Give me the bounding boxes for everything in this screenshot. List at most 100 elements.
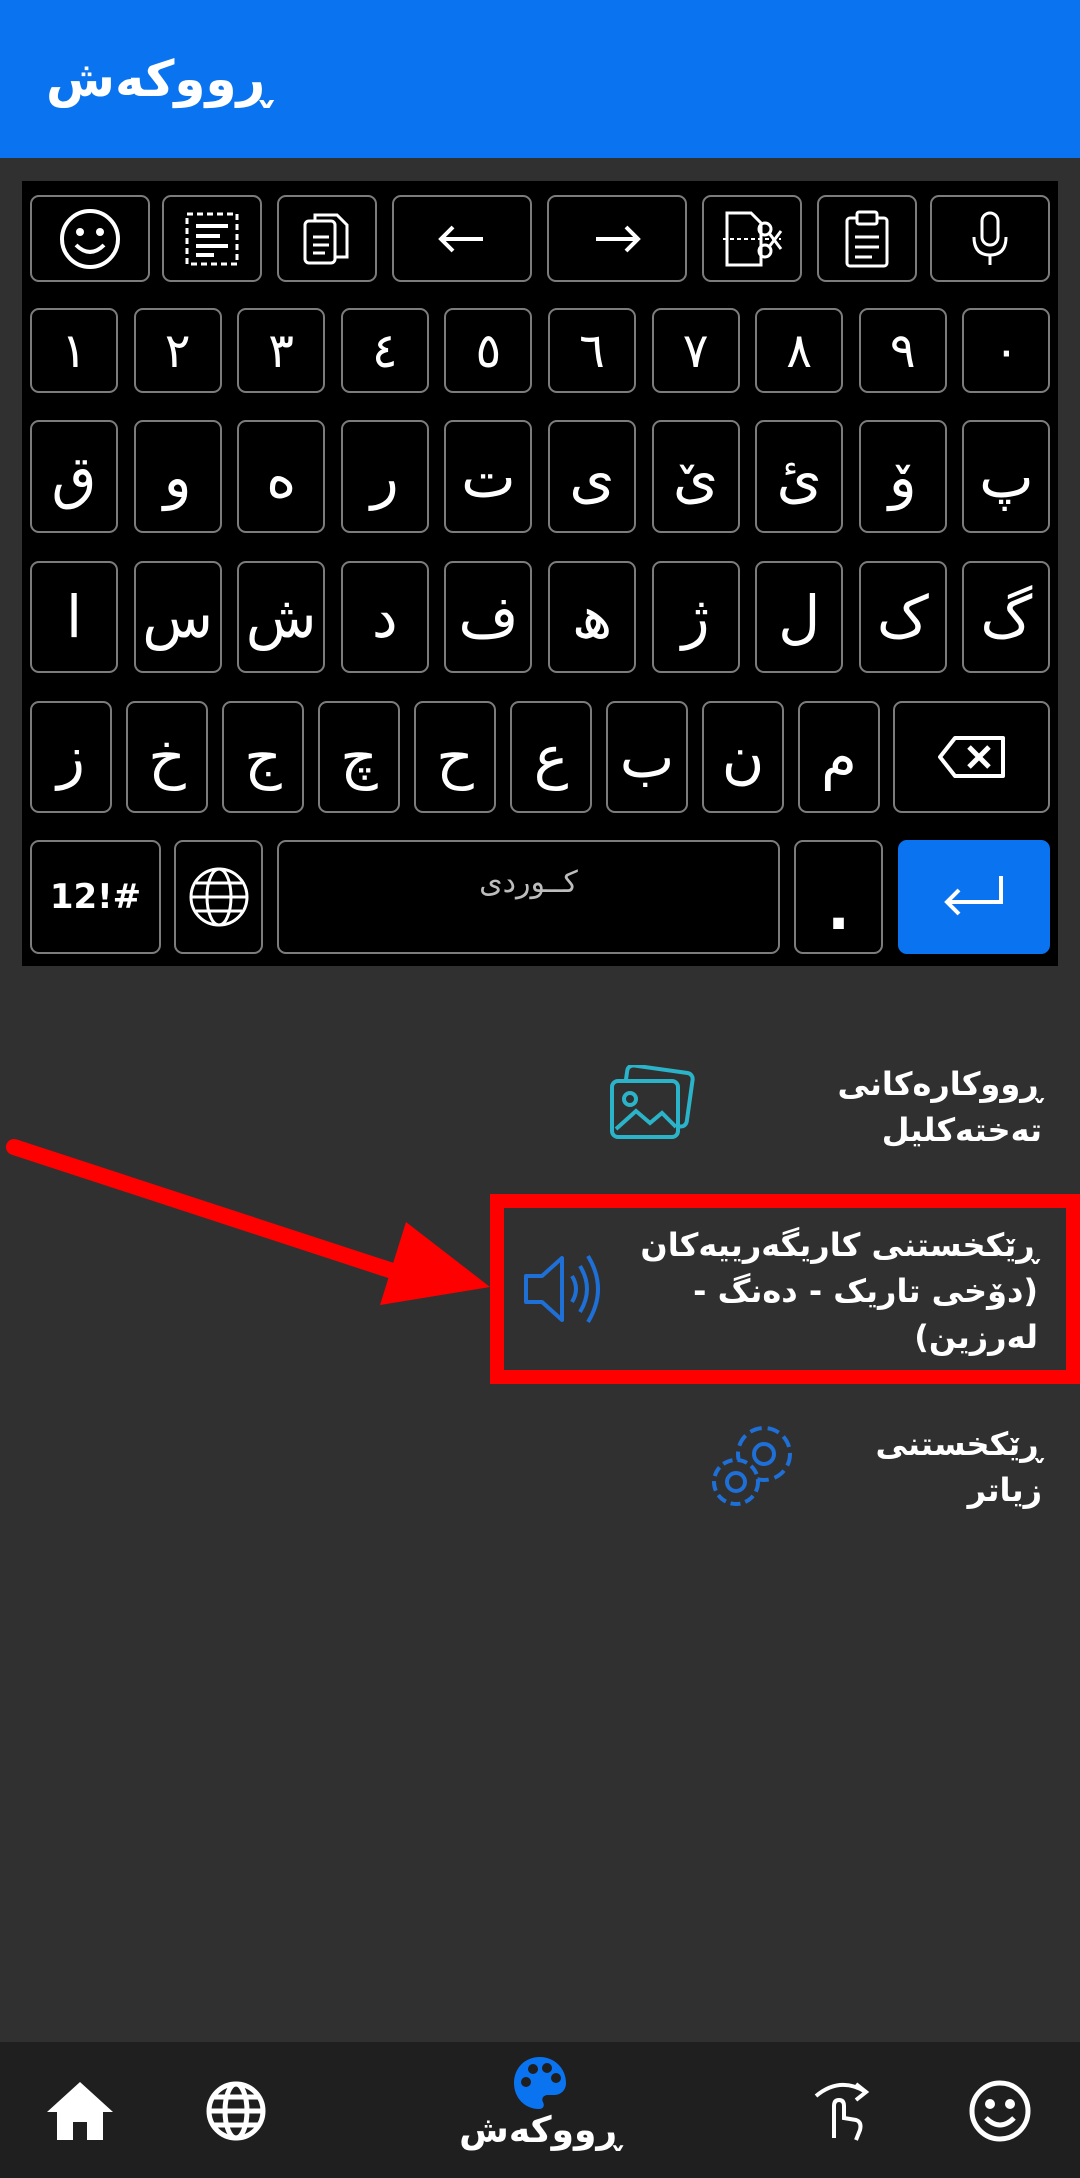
space-key[interactable]: کــوردی — [277, 840, 780, 954]
toolbar-arrow-right-key[interactable] — [547, 195, 687, 282]
toolbar-emoji-key[interactable] — [30, 195, 150, 282]
red-arrow-annotation — [6, 1139, 490, 1305]
keyboard-themes-item[interactable]: ڕووکارەکانی تەختەکلیل — [606, 1063, 1042, 1149]
row1-key[interactable]: ت — [444, 420, 533, 533]
key-label: ف — [458, 583, 519, 651]
key-label: ک — [876, 583, 929, 651]
row-numbers-key[interactable]: ٧ — [651, 308, 740, 393]
row-numbers-key[interactable]: ٢ — [133, 308, 222, 393]
arrow-right-icon — [592, 224, 642, 254]
enter-key[interactable] — [898, 840, 1050, 954]
nav-home[interactable] — [40, 2075, 120, 2151]
key-label: م — [821, 723, 857, 791]
toolbar-microphone-key[interactable] — [930, 195, 1050, 282]
effects-label-line2: (دۆخی تاریک - دەنگ - لەرزین) — [693, 1272, 1038, 1356]
key-label: ھ — [571, 583, 613, 651]
row1-key[interactable]: ر — [340, 420, 429, 533]
row2-key[interactable]: س — [133, 561, 222, 673]
key-label: چ — [340, 723, 378, 791]
language-key[interactable] — [174, 840, 263, 954]
key-label: ر — [370, 442, 399, 511]
row3-key[interactable]: ع — [510, 701, 592, 813]
row-numbers-key[interactable]: ٣ — [237, 308, 326, 393]
nav-gestures[interactable] — [802, 2075, 882, 2151]
nav-emoji[interactable] — [960, 2075, 1040, 2151]
row-numbers-key[interactable]: ٠ — [962, 308, 1051, 393]
row2-key[interactable]: ک — [858, 561, 947, 673]
more-settings-label: ڕێکخستنی زیاتر — [875, 1425, 1042, 1509]
key-label: ژ — [681, 583, 710, 651]
key-label: ٩ — [889, 322, 916, 379]
key-label: د — [371, 583, 398, 651]
gesture-icon — [810, 2078, 874, 2148]
row1-key[interactable]: و — [133, 420, 222, 533]
toolbar-arrow-left-key[interactable] — [392, 195, 532, 282]
key-label: ە — [265, 442, 297, 511]
key-label: و — [163, 442, 192, 511]
row1-key[interactable]: ە — [237, 420, 326, 533]
key-label: ع — [533, 723, 569, 791]
key-label: ٦ — [579, 322, 605, 379]
row2-key[interactable]: ف — [444, 561, 533, 673]
nav-languages[interactable] — [196, 2075, 276, 2151]
row2-key[interactable]: د — [340, 561, 429, 673]
row2-key[interactable]: گ — [962, 561, 1051, 673]
toolbar-cut-key[interactable] — [702, 195, 802, 282]
row3-key[interactable]: ب — [606, 701, 688, 813]
symbols-key[interactable]: 12!# — [30, 840, 161, 954]
row1-key[interactable]: ی — [548, 420, 636, 533]
row3-key[interactable]: خ — [126, 701, 208, 813]
key-label: ش — [245, 583, 317, 651]
period-key[interactable]: . — [794, 840, 883, 954]
key-label: ٨ — [786, 322, 813, 379]
key-label: ێ — [672, 442, 719, 511]
row-numbers-key[interactable]: ٨ — [755, 308, 844, 393]
toolbar-clipboard-key[interactable] — [817, 195, 917, 282]
key-label: س — [142, 583, 213, 651]
row-numbers-key[interactable]: ١ — [30, 308, 118, 393]
row2-key[interactable]: ا — [30, 561, 118, 673]
row3-key[interactable]: ز — [30, 701, 112, 813]
page-title: ڕووکەش — [46, 50, 271, 108]
backspace-key[interactable] — [893, 701, 1050, 813]
effects-settings-label: ڕێکخستنی کاریگەرییەکان (دۆخی تاریک - دەنگ… — [608, 1222, 1038, 1360]
row2-key[interactable]: ش — [237, 561, 326, 673]
keyboard-themes-label: ڕووکارەکانی تەختەکلیل — [837, 1065, 1042, 1149]
key-label: ئ — [776, 442, 822, 511]
row-numbers-key[interactable]: ٩ — [858, 308, 947, 393]
row1-key[interactable]: ق — [30, 420, 118, 533]
row3-key[interactable]: م — [798, 701, 880, 813]
period-key-label: . — [827, 874, 850, 944]
row1-key[interactable]: ێ — [651, 420, 740, 533]
key-label: ج — [244, 723, 282, 791]
toolbar-select-all-key[interactable] — [162, 195, 262, 282]
row2-key[interactable]: ژ — [651, 561, 740, 673]
nav-appearance[interactable] — [500, 2052, 580, 2118]
row1-key[interactable]: ۆ — [858, 420, 947, 533]
row3-key[interactable]: ح — [414, 701, 496, 813]
effects-settings-item[interactable]: ڕێکخستنی کاریگەرییەکان (دۆخی تاریک - دەنگ… — [520, 1226, 1038, 1356]
row1-key[interactable]: پ — [962, 420, 1051, 533]
toolbar-copy-key[interactable] — [277, 195, 377, 282]
row3-key[interactable]: چ — [318, 701, 400, 813]
key-label: گ — [980, 583, 1033, 651]
emoji-icon — [58, 207, 122, 271]
key-label: ۆ — [888, 442, 917, 511]
arrow-left-icon — [437, 224, 487, 254]
key-label: ل — [778, 583, 821, 651]
cut-icon — [721, 209, 783, 269]
row3-key[interactable]: ج — [222, 701, 304, 813]
key-label: ٣ — [268, 322, 295, 379]
row2-key[interactable]: ل — [755, 561, 844, 673]
symbols-key-label: 12!# — [49, 877, 142, 917]
row3-key[interactable]: ن — [702, 701, 784, 813]
row1-key[interactable]: ئ — [755, 420, 844, 533]
more-settings-item[interactable]: ڕێکخستنی زیاتر — [706, 1420, 1042, 1514]
row-numbers-key[interactable]: ٤ — [340, 308, 429, 393]
effects-label-line1: ڕێکخستنی کاریگەرییەکان — [640, 1226, 1038, 1264]
themes-icon — [606, 1063, 696, 1149]
key-label: ٢ — [164, 322, 191, 379]
row-numbers-key[interactable]: ٥ — [444, 308, 533, 393]
row-numbers-key[interactable]: ٦ — [548, 308, 636, 393]
row2-key[interactable]: ھ — [548, 561, 636, 673]
